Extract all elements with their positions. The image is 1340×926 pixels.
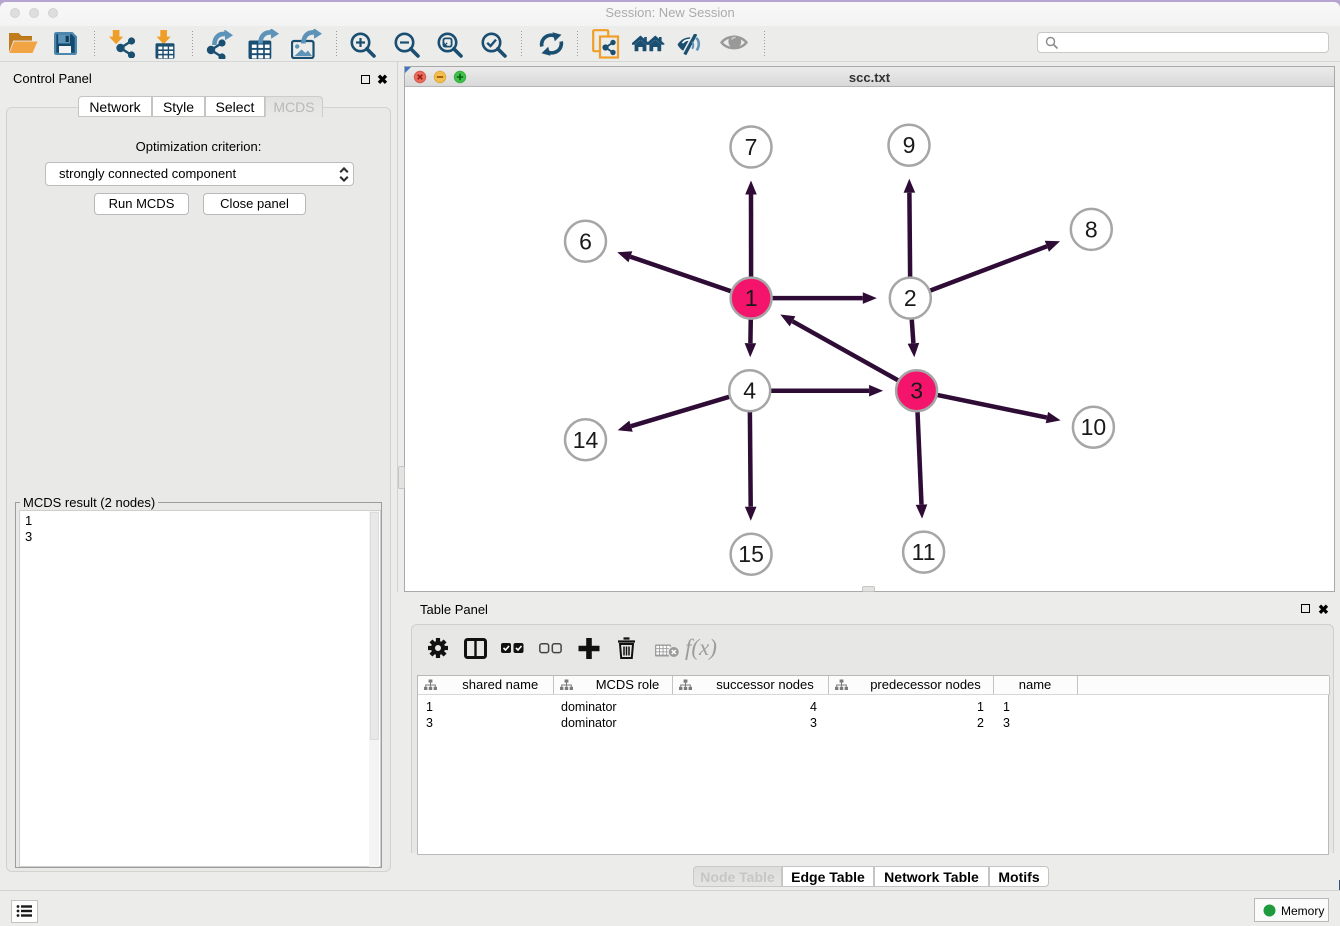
svg-text:8: 8 bbox=[1085, 216, 1098, 242]
svg-text:f(x): f(x) bbox=[685, 635, 717, 660]
svg-text:9: 9 bbox=[903, 132, 916, 158]
svg-text:2: 2 bbox=[904, 285, 917, 311]
svg-text:3: 3 bbox=[910, 378, 923, 404]
svg-text:15: 15 bbox=[738, 541, 764, 567]
svg-text:7: 7 bbox=[745, 134, 758, 160]
svg-text:6: 6 bbox=[579, 228, 592, 254]
svg-text:14: 14 bbox=[573, 427, 599, 453]
svg-text:1: 1 bbox=[745, 285, 758, 311]
svg-text:11: 11 bbox=[912, 539, 936, 565]
svg-text:10: 10 bbox=[1081, 414, 1107, 440]
svg-text:4: 4 bbox=[743, 378, 756, 404]
